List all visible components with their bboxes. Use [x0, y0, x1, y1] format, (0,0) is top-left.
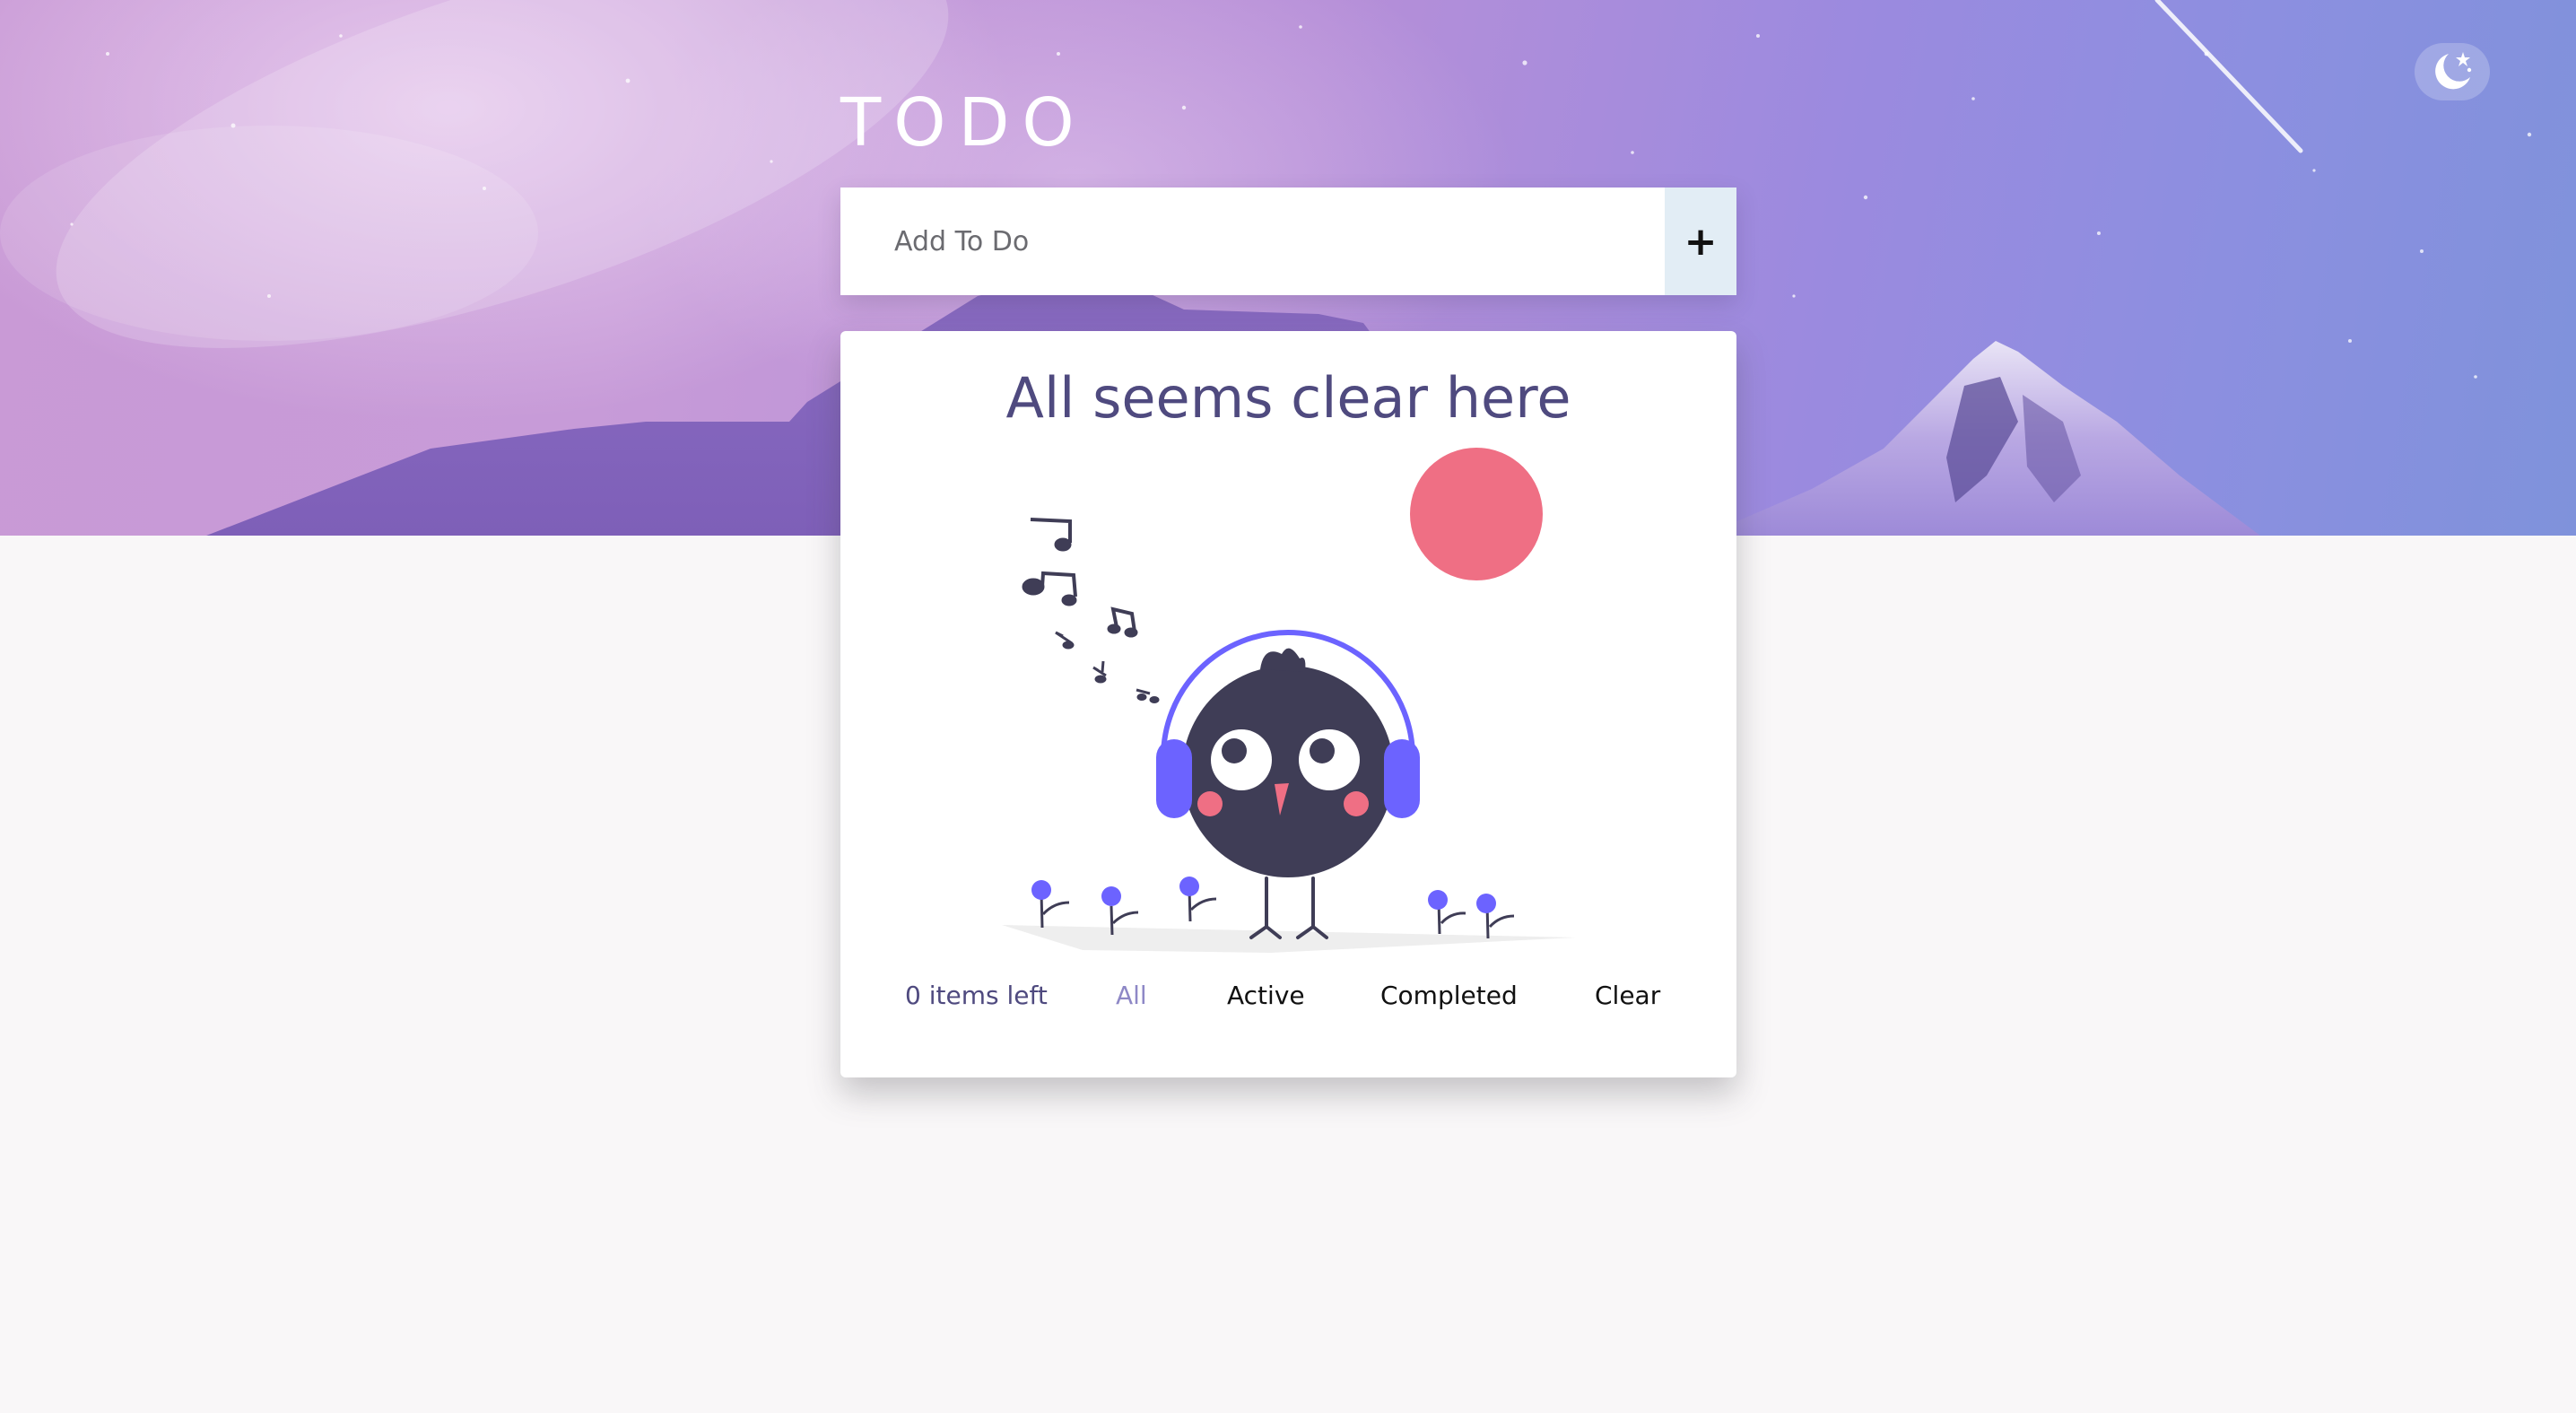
- filter-all-button[interactable]: All: [1116, 973, 1147, 1018]
- items-left-count: 0 items left: [905, 981, 1048, 1010]
- app-title: TODO: [840, 84, 1087, 161]
- clear-completed-button[interactable]: Clear: [1595, 973, 1660, 1018]
- todo-footer: 0 items left All Active Completed Clear: [840, 973, 1736, 1018]
- music-notes-icon: [1022, 518, 1160, 703]
- filter-completed-button[interactable]: Completed: [1380, 973, 1518, 1018]
- add-todo-button[interactable]: +: [1665, 188, 1736, 295]
- bird-with-headphones-illustration: [1002, 448, 1576, 953]
- sun-shape: [1410, 448, 1543, 580]
- theme-toggle-button[interactable]: [2415, 43, 2490, 100]
- moon-stars-icon: [2435, 52, 2472, 90]
- todo-app: TODO + All seems clear here: [0, 0, 2576, 1413]
- todo-list-card: All seems clear here 0 items left All Ac…: [840, 331, 1736, 1077]
- add-todo-input[interactable]: [840, 188, 1665, 295]
- add-todo-form: +: [840, 188, 1736, 295]
- filter-active-button[interactable]: Active: [1227, 973, 1305, 1018]
